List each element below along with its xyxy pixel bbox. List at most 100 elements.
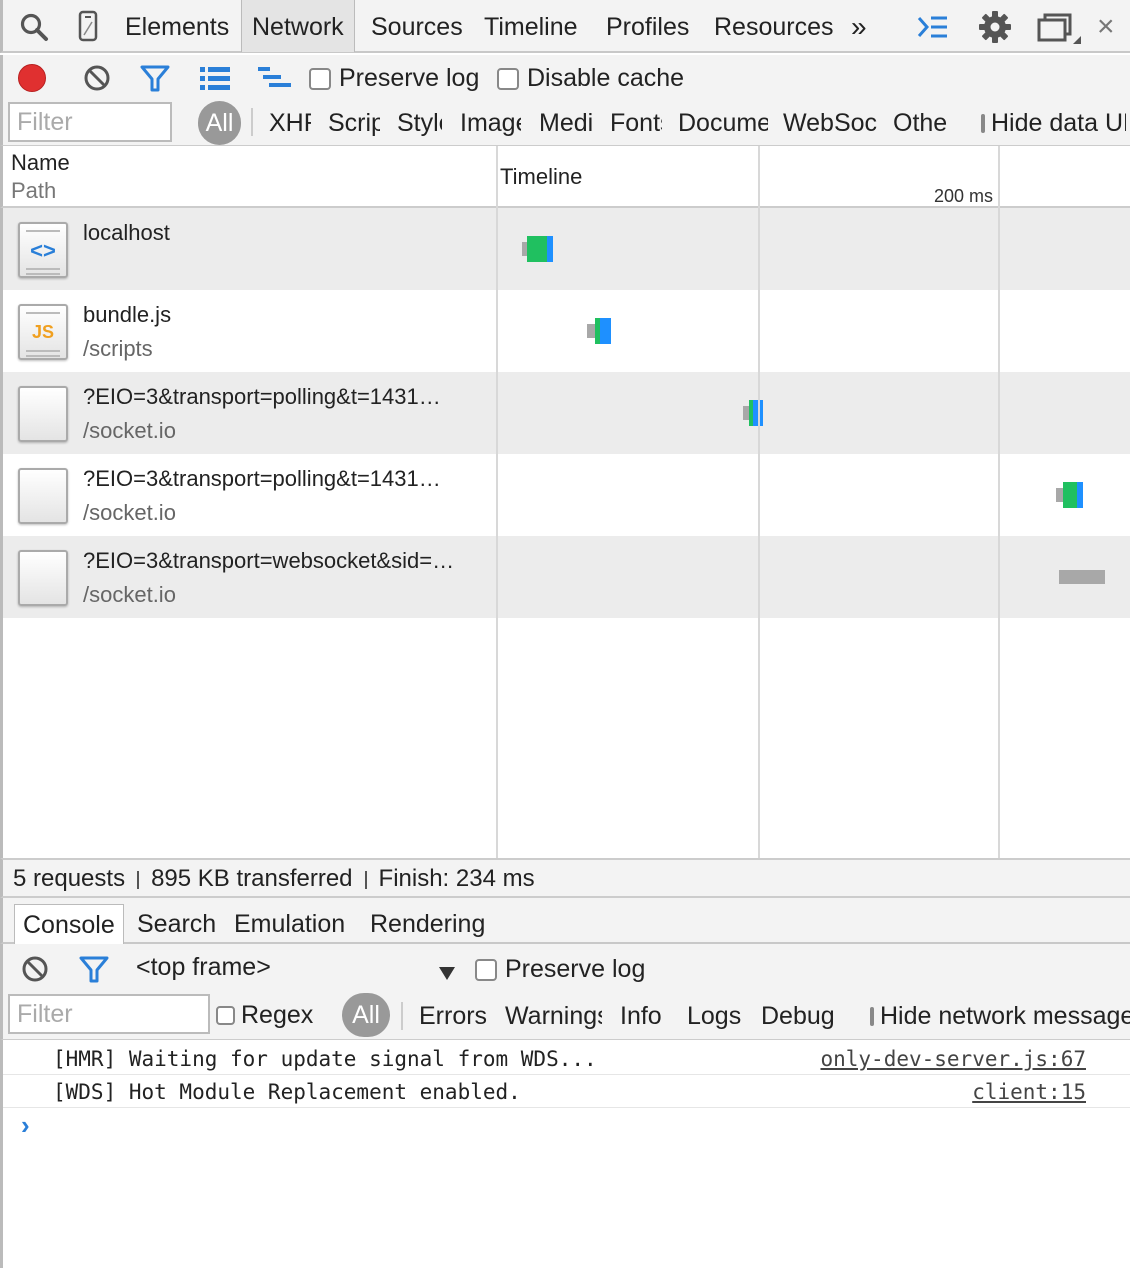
regex-checkbox[interactable]: Regex — [216, 1001, 313, 1030]
request-path: /socket.io — [83, 500, 176, 525]
console-message-source-link[interactable]: only-dev-server.js:67 — [820, 1042, 1086, 1076]
level-logs[interactable]: Logs — [687, 1002, 745, 1031]
checkbox-box[interactable] — [309, 67, 331, 90]
blank-file-icon — [18, 550, 68, 606]
request-row[interactable]: <> localhost — [3, 208, 1130, 290]
filter-styles[interactable]: Styles — [397, 109, 442, 138]
divider — [401, 1002, 403, 1030]
tab-sources[interactable]: Sources — [361, 0, 473, 52]
context-dropdown-icon[interactable] — [437, 960, 457, 988]
filter-all-button[interactable]: All — [198, 101, 241, 145]
console-prompt-icon[interactable]: › — [21, 1110, 30, 1141]
timeline-gridline — [758, 146, 760, 858]
checkbox-box[interactable] — [870, 1007, 874, 1026]
waterfall-overview-icon[interactable] — [257, 65, 293, 98]
javascript-file-icon: JS — [18, 304, 68, 360]
checkbox-box[interactable] — [981, 114, 985, 133]
more-tabs-button[interactable]: » — [841, 0, 877, 52]
filter-fonts[interactable]: Fonts — [610, 109, 662, 138]
clear-console-icon[interactable] — [21, 955, 49, 990]
preserve-log-checkbox[interactable]: Preserve log — [309, 64, 479, 93]
tab-resources[interactable]: Resources — [704, 0, 844, 52]
tab-network[interactable]: Network — [241, 0, 355, 52]
drawer-tab-emulation[interactable]: Emulation — [226, 904, 353, 944]
level-info[interactable]: Info — [620, 1002, 670, 1031]
console-filter-icon[interactable] — [79, 956, 109, 991]
divider — [251, 108, 253, 136]
filter-images[interactable]: Images — [460, 109, 521, 138]
filter-other[interactable]: Other — [893, 109, 947, 138]
filter-websockets[interactable]: WebSockets — [783, 109, 877, 138]
timeline-bar — [1056, 482, 1086, 508]
dock-side-icon[interactable] — [1037, 12, 1085, 53]
timeline-bar — [743, 400, 765, 426]
record-button[interactable] — [18, 64, 46, 92]
hide-data-urls-label: Hide data URLs — [991, 109, 1126, 137]
level-errors[interactable]: Errors — [419, 1002, 487, 1031]
hide-network-messages-label: Hide network messages — [880, 1002, 1130, 1030]
tab-timeline[interactable]: Timeline — [474, 0, 588, 52]
js-glyph: JS — [31, 322, 55, 342]
request-name: bundle.js — [83, 302, 172, 327]
request-row[interactable]: ?EIO=3&transport=websocket&sid=… /socket… — [3, 536, 1130, 618]
clear-icon[interactable] — [83, 64, 111, 99]
filter-icon[interactable] — [140, 65, 170, 100]
request-row[interactable]: ?EIO=3&transport=polling&t=1431… /socket… — [3, 372, 1130, 454]
console-drawer-icon[interactable] — [916, 12, 950, 49]
tab-profiles[interactable]: Profiles — [596, 0, 699, 52]
filter-documents[interactable]: Documents — [678, 109, 768, 138]
filter-scripts[interactable]: Scripts — [328, 109, 380, 138]
drawer-tab-search[interactable]: Search — [129, 904, 224, 944]
drawer-tab-console[interactable]: Console — [14, 904, 124, 944]
request-path: /scripts — [83, 336, 153, 361]
console-toolbar: <top frame> Preserve log — [0, 944, 1130, 992]
console-message-source-link[interactable]: client:15 — [972, 1075, 1086, 1109]
finish-time: Finish: 234 ms — [378, 865, 535, 892]
request-row[interactable]: JS bundle.js /scripts — [3, 290, 1130, 372]
preserve-log-label: Preserve log — [339, 64, 480, 92]
console-filter-bar: Filter Regex All Errors Warnings Info Lo… — [0, 992, 1130, 1040]
name-column-header[interactable]: Name — [11, 150, 70, 176]
filter-media[interactable]: Media — [539, 109, 592, 138]
request-list: <> localhost JS bundle.js /scripts ?EIO=… — [0, 146, 1130, 858]
tab-elements[interactable]: Elements — [115, 0, 239, 52]
filter-xhr[interactable]: XHR — [269, 109, 311, 138]
request-count: 5 requests — [13, 865, 126, 892]
large-rows-icon[interactable] — [199, 65, 231, 98]
network-filter-input[interactable]: Filter — [8, 102, 172, 142]
gear-icon[interactable] — [978, 10, 1012, 51]
device-mode-icon[interactable] — [77, 10, 99, 49]
timeline-bar — [1059, 564, 1105, 590]
timeline-column-header[interactable]: Timeline — [500, 164, 582, 190]
console-message: [HMR] Waiting for update signal from WDS… — [3, 1042, 1130, 1075]
timeline-gridline — [998, 146, 1000, 858]
path-column-header[interactable]: Path — [11, 178, 56, 204]
request-path: /socket.io — [83, 418, 176, 443]
drawer-tab-rendering[interactable]: Rendering — [362, 904, 493, 944]
checkbox-box[interactable] — [216, 1006, 235, 1025]
console-message-text: [WDS] Hot Module Replacement enabled. — [53, 1080, 521, 1104]
level-all-button[interactable]: All — [342, 993, 390, 1037]
network-toolbar: Preserve log Disable cache — [0, 55, 1130, 100]
hide-network-messages-checkbox[interactable]: Hide network messages — [870, 1002, 1130, 1031]
checkbox-box[interactable] — [475, 958, 497, 981]
timeline-bar — [587, 318, 613, 344]
close-icon[interactable]: × — [1087, 0, 1125, 52]
console-filter-input[interactable]: Filter — [8, 994, 210, 1034]
context-selector[interactable]: <top frame> — [136, 953, 271, 982]
console-messages: [HMR] Waiting for update signal from WDS… — [0, 1040, 1130, 1268]
disable-cache-checkbox[interactable]: Disable cache — [497, 64, 684, 93]
transferred-size: 895 KB transferred — [151, 865, 353, 892]
timeline-tick-label: 200 ms — [934, 186, 994, 206]
hide-data-urls-checkbox[interactable]: Hide data URLs — [981, 109, 1126, 138]
divider — [364, 870, 367, 889]
search-icon[interactable] — [19, 12, 49, 49]
level-warnings[interactable]: Warnings — [505, 1002, 602, 1031]
request-row[interactable]: ?EIO=3&transport=polling&t=1431… /socket… — [3, 454, 1130, 536]
blank-file-icon — [18, 468, 68, 524]
network-summary-bar: 5 requests 895 KB transferred Finish: 234 … — [0, 858, 1130, 898]
level-debug[interactable]: Debug — [761, 1002, 836, 1031]
console-preserve-log-checkbox[interactable]: Preserve log — [475, 955, 645, 984]
checkbox-box[interactable] — [497, 67, 519, 90]
console-message: [WDS] Hot Module Replacement enabled. cl… — [3, 1075, 1130, 1108]
